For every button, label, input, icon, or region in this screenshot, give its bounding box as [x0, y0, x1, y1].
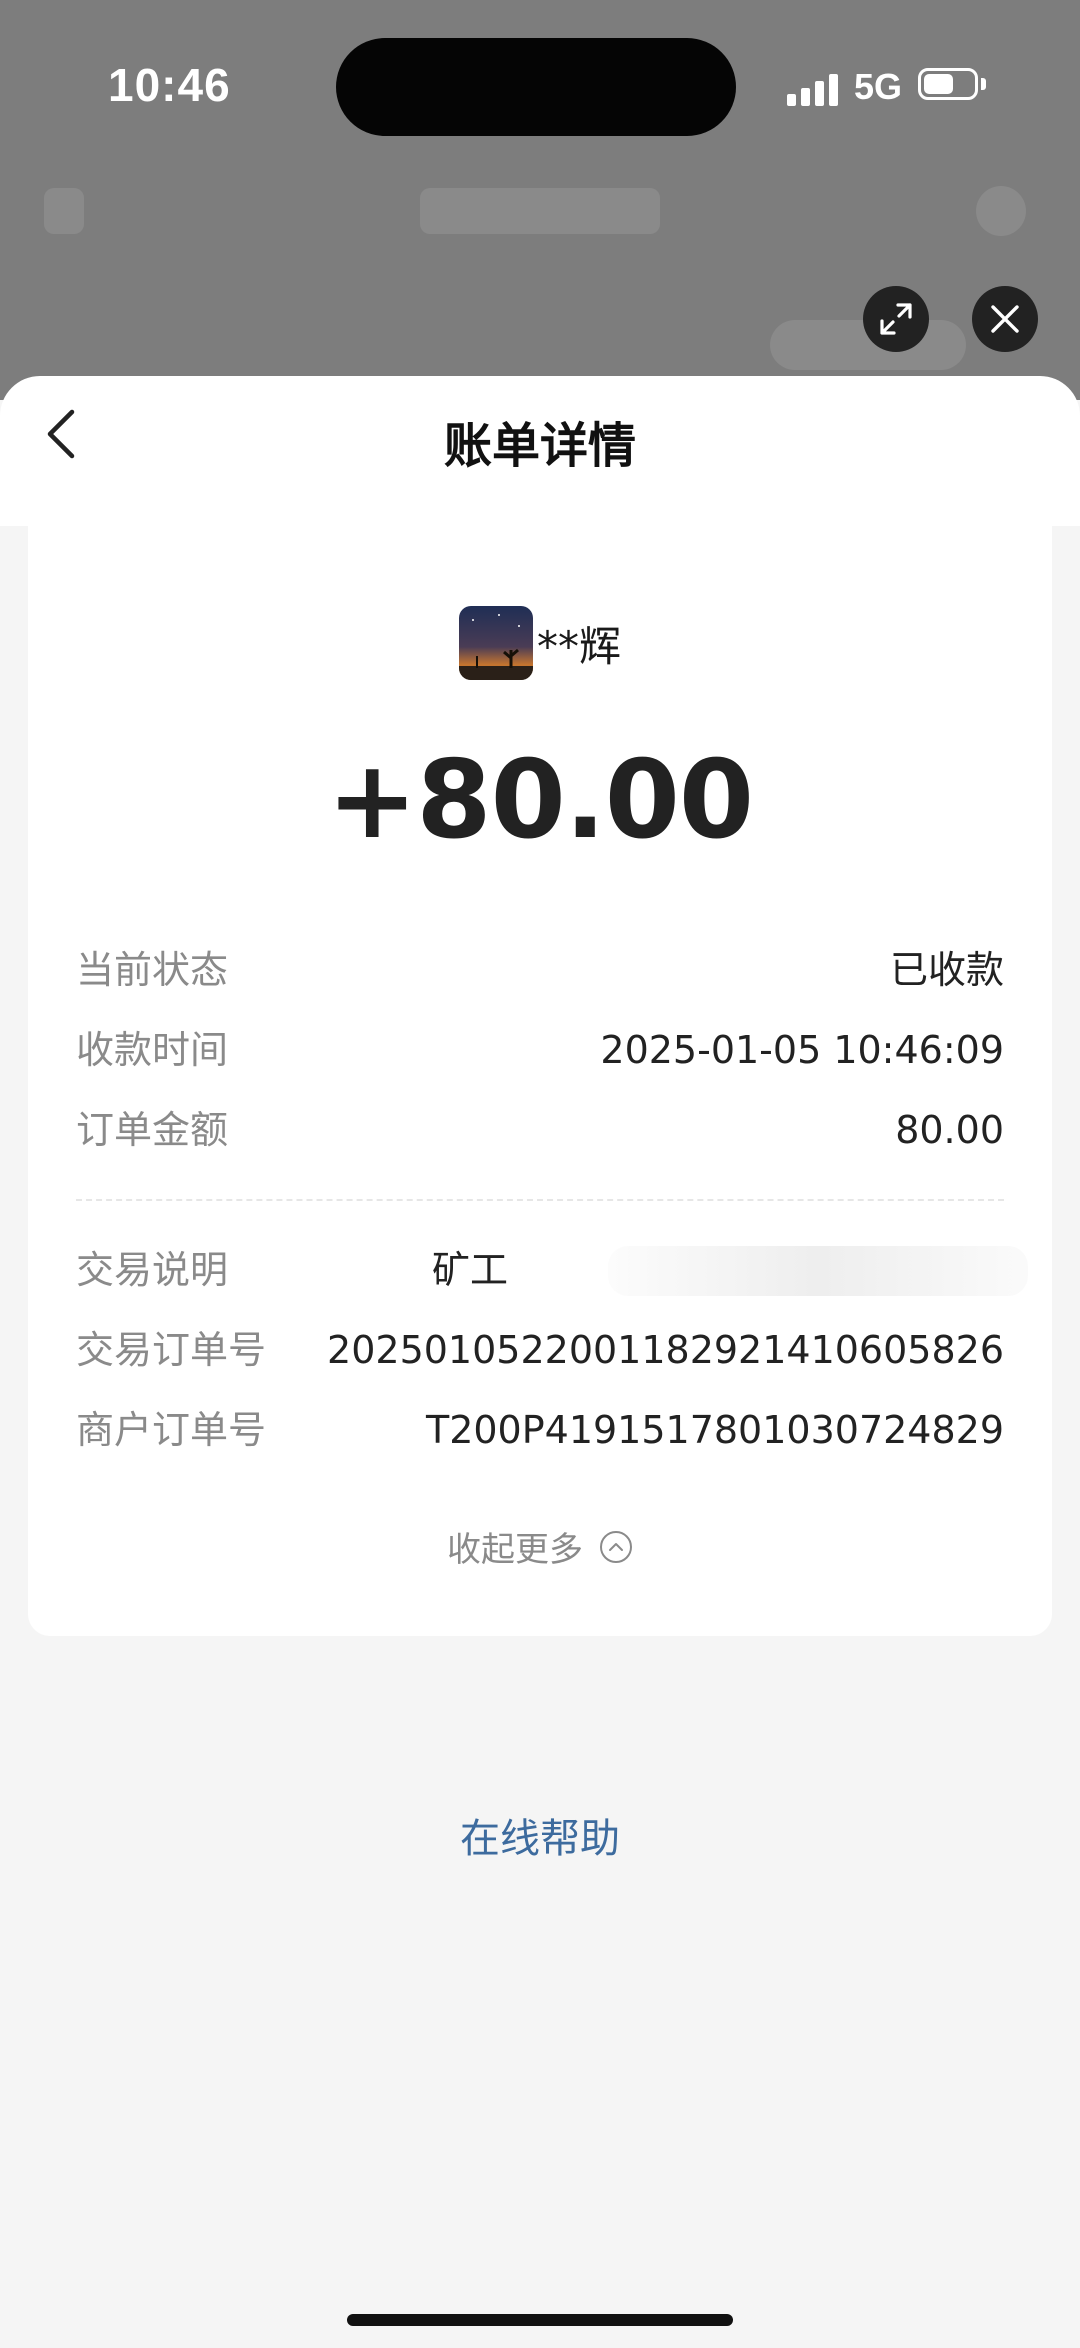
background-title-placeholder	[420, 188, 660, 234]
signal-icon	[787, 72, 841, 106]
collapse-more-label: 收起更多	[447, 1530, 583, 1570]
payer-name: **辉	[536, 621, 621, 671]
detail-row-trade-no: 交易订单号 2025010522001182921410605826	[76, 1320, 1004, 1380]
transaction-amount: +80.00	[326, 738, 754, 863]
detail-row-merchant-no: 商户订单号 T200P4191517801030724829	[76, 1400, 1004, 1460]
detail-value: 2025-01-05 10:46:09	[600, 1028, 1004, 1072]
page-title: 账单详情	[443, 418, 636, 474]
detail-row-status: 当前状态 已收款	[76, 940, 1004, 1000]
network-type: 5G	[854, 66, 903, 107]
detail-value[interactable]: 2025010522001182921410605826	[327, 1320, 1004, 1380]
detail-label: 订单金额	[76, 1108, 229, 1152]
detail-label: 商户订单号	[76, 1408, 267, 1452]
online-help-link[interactable]: 在线帮助	[0, 1806, 1080, 1864]
battery-cap	[981, 78, 986, 90]
detail-row-amount: 订单金额 80.00	[76, 1100, 1004, 1160]
dashed-divider	[76, 1199, 1004, 1201]
detail-value[interactable]: T200P4191517801030724829	[426, 1400, 1004, 1460]
sheet-header: 账单详情	[0, 376, 1080, 526]
battery-icon	[918, 68, 978, 100]
home-indicator[interactable]	[347, 2314, 733, 2326]
detail-row-time: 收款时间 2025-01-05 10:46:09	[76, 1020, 1004, 1080]
collapse-more-button[interactable]: 收起更多	[28, 1522, 1052, 1571]
bill-detail-card: **辉 +80.00 当前状态 已收款 收款时间 2025-01-05 10:4…	[28, 526, 1052, 1636]
detail-label: 当前状态	[76, 948, 229, 992]
battery-level	[924, 74, 953, 94]
detail-label: 收款时间	[76, 1028, 229, 1072]
detail-value: 矿工	[432, 1248, 509, 1292]
detail-label: 交易说明	[76, 1248, 229, 1292]
close-icon	[991, 305, 1019, 333]
payer-info: **辉	[28, 606, 1052, 680]
expand-icon	[880, 303, 912, 335]
expand-button[interactable]	[863, 286, 929, 352]
chevron-up-circle-icon	[600, 1530, 632, 1563]
detail-label: 交易订单号	[76, 1328, 267, 1372]
detail-value: 已收款	[889, 948, 1004, 992]
close-button[interactable]	[972, 286, 1038, 352]
dynamic-island	[336, 38, 736, 136]
background-menu-placeholder	[976, 186, 1026, 236]
blurred-redaction	[608, 1246, 1028, 1296]
detail-value: 80.00	[895, 1108, 1004, 1152]
status-time: 10:46	[108, 59, 231, 111]
avatar[interactable]	[458, 606, 533, 680]
background-back-placeholder	[44, 188, 84, 234]
